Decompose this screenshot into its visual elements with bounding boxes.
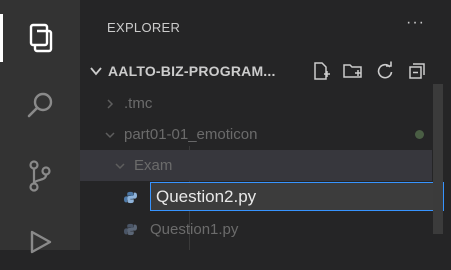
tree-item-label: .tmc [124,95,153,112]
scrollbar[interactable] [433,84,443,234]
tree-item-label: Exam [134,157,173,174]
workspace-title: AALTO-BIZ-PROGRAM... [108,63,276,79]
chevron-right-icon [107,98,114,109]
rename-input-value: Question2.py [156,186,257,206]
rename-input[interactable]: Question2.py [150,182,444,211]
tree-item-question2-py[interactable]: Question2.py [80,182,444,213]
search-icon[interactable] [0,78,80,134]
more-actions-button[interactable]: ··· [406,14,425,32]
tree-item-exam[interactable]: Exam [80,150,432,181]
modified-indicator [415,130,424,139]
workspace-section-header[interactable]: AALTO-BIZ-PROGRAM... [80,56,451,86]
explorer-title: EXPLORER [107,20,181,35]
tree-item-label: Question1.py [150,221,239,238]
collapse-all-icon[interactable] [406,60,428,82]
tree-item-tmc[interactable]: .tmc [80,88,432,119]
explorer-sidebar: EXPLORER ··· AALTO-BIZ-PROGRAM... .tmc p… [80,0,451,250]
chevron-down-icon [105,131,115,138]
new-folder-icon[interactable] [342,60,364,82]
chevron-down-icon [90,67,102,76]
source-control-icon[interactable] [0,148,80,204]
tree-item-question1-py[interactable]: Question1.py [80,214,432,245]
tree-item-label: part01-01_emoticon [124,126,258,143]
refresh-icon[interactable] [374,60,396,82]
new-file-icon[interactable] [310,60,332,82]
python-file-icon [124,191,137,204]
activity-bar [0,0,80,254]
run-debug-icon[interactable] [0,214,80,270]
chevron-down-icon [115,162,125,169]
explorer-icon[interactable] [0,10,80,66]
tree-item-part01-01-emoticon[interactable]: part01-01_emoticon [80,119,432,150]
python-file-icon [124,223,137,236]
